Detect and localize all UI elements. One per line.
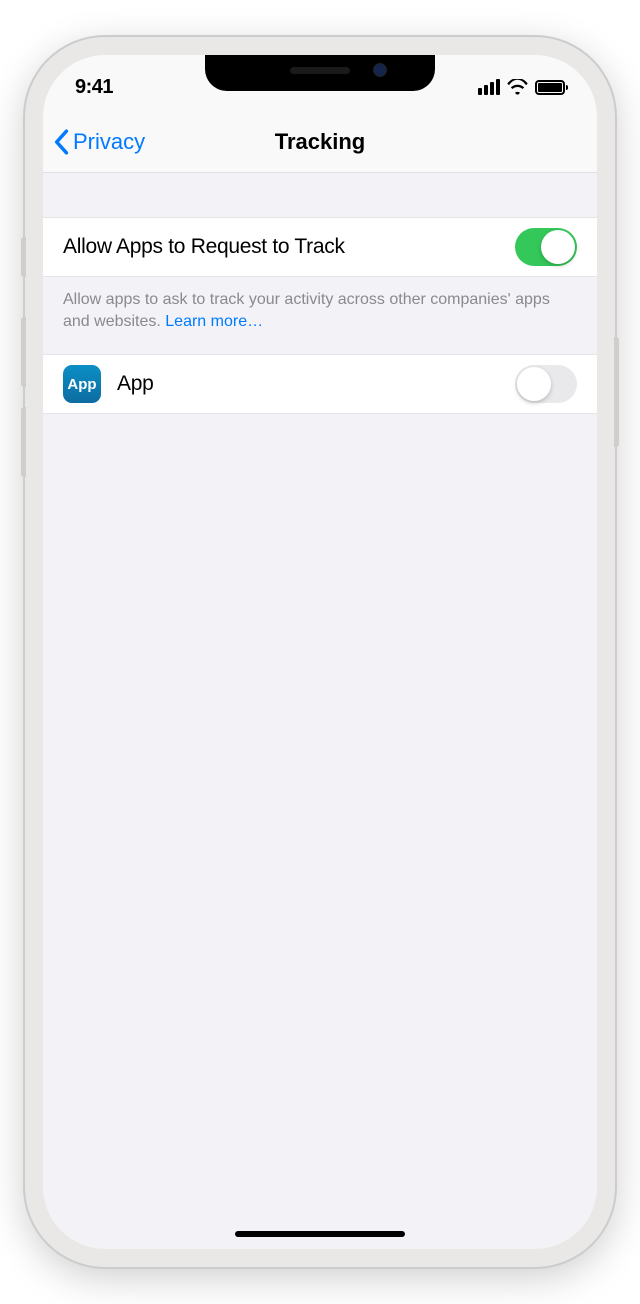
app-icon: App <box>63 365 101 403</box>
mute-switch <box>21 237 26 277</box>
footer-text: Allow apps to ask to track your activity… <box>63 291 550 330</box>
status-icons <box>478 79 565 95</box>
content: Allow Apps to Request to Track Allow app… <box>43 173 597 414</box>
battery-icon <box>535 80 565 95</box>
navigation-bar: Privacy Tracking <box>43 111 597 173</box>
cellular-signal-icon <box>478 79 500 95</box>
page-title: Tracking <box>275 129 365 155</box>
phone-frame: 9:41 Privacy Tracking Al <box>25 37 615 1267</box>
chevron-left-icon <box>53 129 69 155</box>
app-tracking-toggle[interactable] <box>515 365 577 403</box>
allow-tracking-label: Allow Apps to Request to Track <box>63 235 345 259</box>
allow-tracking-toggle[interactable] <box>515 228 577 266</box>
wifi-icon <box>507 79 528 95</box>
screen: 9:41 Privacy Tracking Al <box>43 55 597 1249</box>
home-indicator[interactable] <box>235 1231 405 1237</box>
footer-description: Allow apps to ask to track your activity… <box>43 277 597 354</box>
side-button <box>614 337 619 447</box>
front-camera <box>373 63 387 77</box>
back-label: Privacy <box>73 129 145 155</box>
learn-more-link[interactable]: Learn more… <box>165 313 263 330</box>
notch <box>205 55 435 91</box>
app-tracking-cell: App App <box>43 354 597 414</box>
volume-up-button <box>21 317 26 387</box>
app-name-label: App <box>117 372 153 396</box>
volume-down-button <box>21 407 26 477</box>
back-button[interactable]: Privacy <box>53 129 145 155</box>
allow-tracking-cell: Allow Apps to Request to Track <box>43 217 597 277</box>
status-time: 9:41 <box>75 76 113 99</box>
speaker <box>290 67 350 74</box>
